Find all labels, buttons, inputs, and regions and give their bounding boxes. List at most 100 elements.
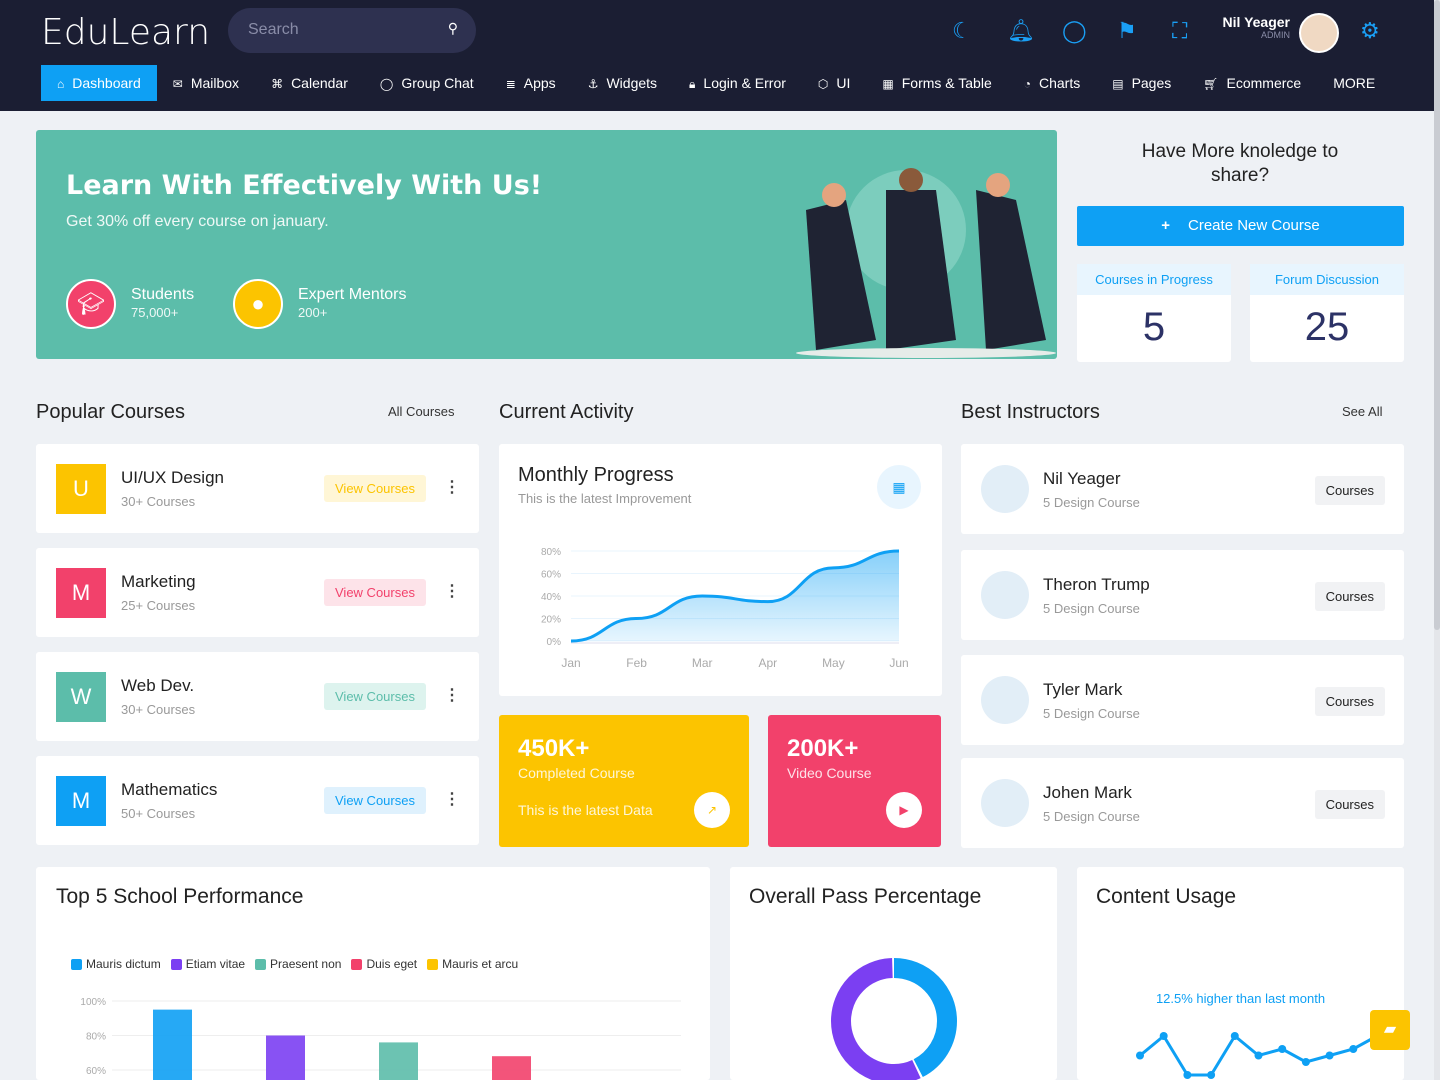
box-icon: ⬡	[817, 77, 829, 91]
hero-subtitle: Get 30% off every course on january.	[66, 213, 329, 230]
nav-item-7[interactable]: ⬡ UI	[802, 65, 866, 101]
more-options-icon[interactable]: ⋮	[444, 581, 460, 601]
best-instructors-title: Best Instructors	[961, 401, 1100, 423]
see-all-link[interactable]: See All	[1342, 404, 1382, 419]
view-courses-button[interactable]: View Courses	[324, 579, 426, 606]
fullscreen-icon[interactable]: ⛶	[1172, 18, 1187, 44]
y-tick-label: 20%	[541, 615, 561, 626]
nav-item-4[interactable]: ≣ Apps	[490, 65, 572, 101]
instructor-item[interactable]: Tyler Mark 5 Design Course Courses	[961, 655, 1404, 745]
legend-item[interactable]: Mauris dictum	[71, 957, 161, 971]
avatar[interactable]	[1299, 13, 1339, 53]
more-options-icon[interactable]: ⋮	[444, 685, 460, 705]
courses-button[interactable]: Courses	[1314, 476, 1385, 505]
current-activity-title: Current Activity	[499, 401, 634, 423]
view-courses-button[interactable]: View Courses	[324, 683, 426, 710]
play-icon[interactable]: ▶	[886, 792, 922, 828]
create-course-button[interactable]: + Create New Course	[1077, 206, 1404, 246]
usage-point	[1254, 1051, 1263, 1060]
nav-item-5[interactable]: ⚓︎ Widgets	[572, 65, 673, 101]
course-item[interactable]: M Mathematics 50+ Courses View Courses ⋮	[36, 756, 479, 845]
arrow-up-right-icon[interactable]: ↗	[694, 792, 730, 828]
avatar	[981, 465, 1029, 513]
nav-item-6[interactable]: 🔒︎ Login & Error	[673, 65, 802, 101]
bar	[379, 1042, 418, 1080]
course-item[interactable]: W Web Dev. 30+ Courses View Courses ⋮	[36, 652, 479, 741]
content-usage-card: Content Usage 12.5% higher than last mon…	[1077, 867, 1404, 1080]
courses-button[interactable]: Courses	[1314, 790, 1385, 819]
avatar	[981, 571, 1029, 619]
pie-icon: ◔	[1023, 77, 1031, 91]
x-tick-label: Feb	[626, 656, 647, 670]
view-courses-button[interactable]: View Courses	[324, 475, 426, 502]
view-courses-button[interactable]: View Courses	[324, 787, 426, 814]
share-prompt: Have More knoledge to share?	[1141, 141, 1339, 186]
content-usage-note: 12.5% higher than last month	[1155, 991, 1326, 1006]
nav-item-1[interactable]: ✉ Mailbox	[157, 65, 255, 101]
courses-button[interactable]: Courses	[1314, 582, 1385, 611]
y-tick-label: 60%	[541, 570, 561, 581]
database-icon: ≣	[505, 77, 516, 91]
mail-icon: ✉	[172, 77, 183, 91]
user-info[interactable]: Nil Yeager ADMIN	[1210, 14, 1290, 40]
legend-item[interactable]: Praesent non	[255, 957, 341, 971]
nav-item-12[interactable]: MORE	[1317, 65, 1391, 101]
legend-item[interactable]: Duis eget	[351, 957, 417, 971]
more-options-icon[interactable]: ⋮	[444, 477, 460, 497]
graduation-cap-icon: 🎓︎	[66, 279, 116, 329]
nav-item-3[interactable]: ◯ Group Chat	[364, 65, 490, 101]
scrollbar[interactable]	[1434, 0, 1440, 1080]
pass-percentage-card: Overall Pass Percentage	[730, 867, 1057, 1080]
plus-icon: +	[1161, 217, 1171, 234]
bell-icon[interactable]: 🔔︎	[1007, 18, 1035, 44]
legend-item[interactable]: Etiam vitae	[170, 957, 245, 971]
anchor-icon: ⚓︎	[587, 77, 599, 91]
y-tick-label: 80%	[541, 547, 561, 558]
avatar	[981, 779, 1029, 827]
course-letter: U	[56, 464, 106, 514]
usage-point	[1183, 1071, 1192, 1079]
instructor-item[interactable]: Nil Yeager 5 Design Course Courses	[961, 444, 1404, 534]
instructor-item[interactable]: Johen Mark 5 Design Course Courses	[961, 758, 1404, 848]
chat-icon[interactable]: ◯	[1062, 18, 1087, 44]
courses-in-progress: Courses in Progress 5	[1077, 264, 1231, 362]
search-input[interactable]: Search ⚲	[228, 8, 476, 53]
nav-item-0[interactable]: ⌂ Dashboard	[41, 65, 157, 101]
table-icon: ▦	[882, 77, 894, 91]
more-options-icon[interactable]: ⋮	[444, 789, 460, 809]
chart-legend: Mauris dictum Etiam vitae Praesent non Duis…	[71, 957, 528, 971]
cart-icon: 🛒︎	[1203, 77, 1219, 91]
kpi-card: 200K+ Video Course ▶	[768, 715, 941, 847]
nav-item-11[interactable]: 🛒︎ Ecommerce	[1187, 65, 1317, 101]
calendar-icon[interactable]: ▦	[877, 465, 921, 509]
nav-item-10[interactable]: ▤ Pages	[1096, 65, 1187, 101]
hero-title: Learn With Effectively With Us!	[66, 170, 543, 201]
chat-widget-button[interactable]: ▰	[1370, 1010, 1410, 1050]
nav-item-2[interactable]: ⌘ Calendar	[255, 65, 364, 101]
usage-point	[1136, 1051, 1144, 1060]
course-letter: M	[56, 776, 106, 826]
legend-item[interactable]: Mauris et arcu	[427, 957, 518, 971]
x-tick-label: Jan	[561, 656, 580, 670]
course-item[interactable]: U UI/UX Design 30+ Courses View Courses ⋮	[36, 444, 479, 533]
x-tick-label: May	[822, 656, 845, 670]
y-tick-label: 0%	[547, 637, 562, 648]
school-performance-chart: 100% 80% 60%	[80, 997, 681, 1080]
hero-banner: Learn With Effectively With Us! Get 30% …	[36, 130, 1057, 359]
moon-icon[interactable]: ☾	[952, 18, 972, 44]
courses-button[interactable]: Courses	[1314, 687, 1385, 716]
usage-point	[1207, 1071, 1216, 1079]
stat-students: 🎓︎ Students 75,000+	[66, 279, 194, 329]
settings-sliders-icon[interactable]: ⚙	[1360, 18, 1380, 44]
usage-point	[1159, 1032, 1168, 1040]
flag-icon[interactable]: ⚑	[1117, 18, 1137, 44]
logo[interactable]: EduLearn	[41, 12, 210, 53]
search-icon[interactable]: ⚲	[448, 20, 458, 37]
all-courses-link[interactable]: All Courses	[388, 404, 454, 419]
instructor-item[interactable]: Theron Trump 5 Design Course Courses	[961, 550, 1404, 640]
kpi-card: 450K+ Completed Course This is the latest…	[499, 715, 749, 847]
usage-point	[1349, 1045, 1358, 1053]
course-item[interactable]: M Marketing 25+ Courses View Courses ⋮	[36, 548, 479, 637]
nav-item-8[interactable]: ▦ Forms & Table	[866, 65, 1007, 101]
nav-item-9[interactable]: ◔ Charts	[1008, 65, 1096, 101]
